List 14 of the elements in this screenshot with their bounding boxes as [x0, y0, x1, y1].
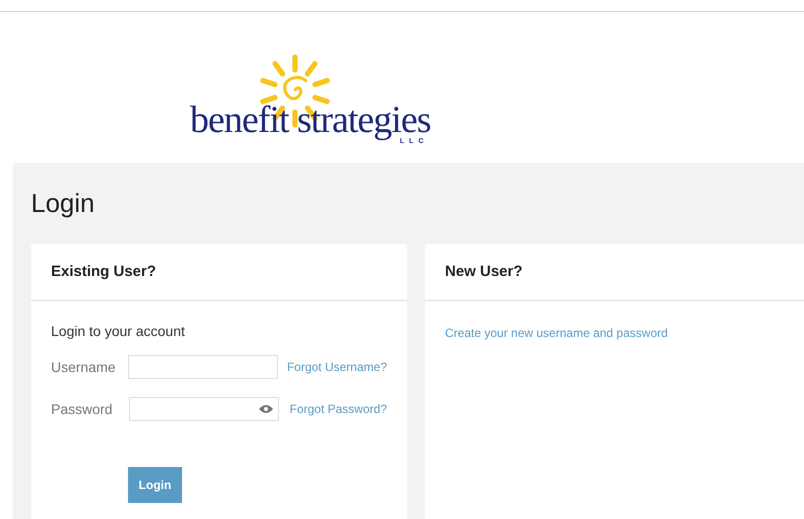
card-subtitle: Login to your account [51, 322, 186, 341]
forgot-username-link[interactable]: Forgot Username? [286, 358, 387, 376]
eye-icon[interactable] [258, 404, 273, 414]
page-title: Login [31, 188, 96, 218]
field-label: Password [51, 400, 114, 418]
password-field[interactable] [128, 397, 279, 421]
field-label: Username [51, 358, 117, 376]
logo-text: benefit strategies [190, 102, 431, 138]
login-button[interactable]: Login [128, 467, 182, 503]
username-field[interactable] [128, 355, 278, 379]
card-title: New User? [445, 262, 523, 282]
card-title: Existing User? [51, 262, 156, 282]
create-account-link[interactable]: Create your new username and password [445, 326, 668, 340]
forgot-password-link[interactable]: Forgot Password? [290, 400, 387, 418]
